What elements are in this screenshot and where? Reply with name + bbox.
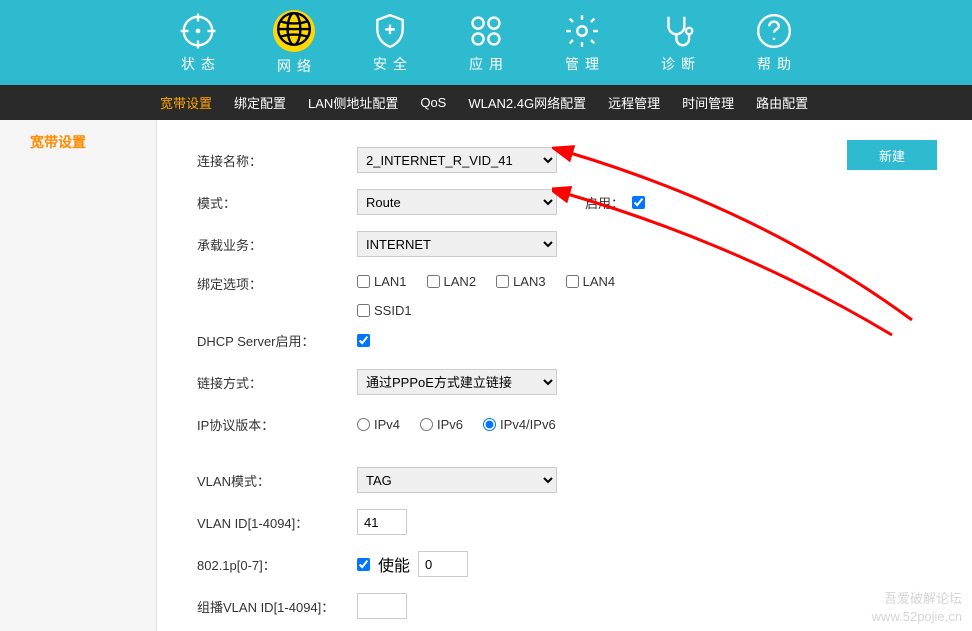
subnav-bind[interactable]: 绑定配置 [234,93,286,112]
nav-label: 安全 [342,54,438,74]
content: 新建 连接名称： 2_INTERNET_R_VID_41 模式： Route 启… [157,120,972,631]
nav-label: 应用 [438,54,534,74]
sidebar: 宽带设置 [0,120,157,631]
label-enable: 启用： [585,193,624,212]
label-conn-name: 连接名称： [197,151,357,170]
sub-nav: 宽带设置 绑定配置 LAN侧地址配置 QoS WLAN2.4G网络配置 远程管理… [0,85,972,120]
nav-help[interactable]: 帮助 [726,12,822,74]
checkbox-8021p-enable[interactable] [357,558,370,571]
crosshair-icon [179,12,217,50]
subnav-qos[interactable]: QoS [420,95,446,110]
apps-icon [467,12,505,50]
nav-diag[interactable]: 诊断 [630,12,726,74]
nav-status[interactable]: 状态 [150,12,246,74]
watermark: 吾爱破解论坛 www.52pojie.cn [872,590,962,626]
stethoscope-icon [659,12,697,50]
subnav-lan[interactable]: LAN侧地址配置 [308,93,398,112]
radio-ipv6[interactable] [420,418,433,431]
label-8021p-enable: 使能 [378,552,410,576]
radio-ipv4ipv6[interactable] [483,418,496,431]
checkbox-lan1[interactable] [357,275,370,288]
checkbox-dhcp[interactable] [357,334,370,347]
globe-icon-highlight [273,10,315,52]
select-conn-name[interactable]: 2_INTERNET_R_VID_41 [357,147,557,173]
label-8021p: 802.1p[0-7]： [197,555,357,574]
label-link: 链接方式： [197,373,357,392]
nav-network[interactable]: 网络 [246,10,342,76]
nav-label: 网络 [246,56,342,76]
label-mode: 模式： [197,193,357,212]
nav-label: 帮助 [726,54,822,74]
nav-security[interactable]: 安全 [342,12,438,74]
checkbox-lan4[interactable] [566,275,579,288]
nav-label: 诊断 [630,54,726,74]
label-vlanmode: VLAN模式： [197,471,357,490]
checkbox-enable[interactable] [632,196,645,209]
nav-label: 管理 [534,54,630,74]
nav-manage[interactable]: 管理 [534,12,630,74]
new-button[interactable]: 新建 [847,140,937,170]
input-8021p[interactable] [418,551,468,577]
input-vlanid[interactable] [357,509,407,535]
nav-app[interactable]: 应用 [438,12,534,74]
label-bind: 绑定选项： [197,274,357,293]
subnav-time[interactable]: 时间管理 [682,93,734,112]
select-link[interactable]: 通过PPPoE方式建立链接 [357,369,557,395]
main-area: 宽带设置 新建 连接名称： 2_INTERNET_R_VID_41 模式： Ro… [0,120,972,631]
help-icon [755,12,793,50]
checkbox-lan3[interactable] [496,275,509,288]
checkbox-lan2[interactable] [427,275,440,288]
nav-label: 状态 [150,54,246,74]
shield-icon [371,12,409,50]
sidebar-broadband[interactable]: 宽带设置 [0,120,156,164]
label-multivlan: 组播VLAN ID[1-4094]： [197,597,357,616]
select-mode[interactable]: Route [357,189,557,215]
label-vlanid: VLAN ID[1-4094]： [197,513,357,532]
input-multivlan[interactable] [357,593,407,619]
subnav-remote[interactable]: 远程管理 [608,93,660,112]
subnav-wlan[interactable]: WLAN2.4G网络配置 [468,93,586,112]
globe-icon [275,10,313,48]
subnav-route[interactable]: 路由配置 [756,93,808,112]
select-vlanmode[interactable]: TAG [357,467,557,493]
top-nav: 状态 网络 安全 应用 管理 诊断 帮助 [0,0,972,85]
label-ipproto: IP协议版本： [197,415,357,434]
subnav-broadband[interactable]: 宽带设置 [160,93,212,112]
select-service[interactable]: INTERNET [357,231,557,257]
label-service: 承载业务： [197,235,357,254]
label-dhcp: DHCP Server启用： [197,331,357,350]
checkbox-ssid1[interactable] [357,304,370,317]
gear-icon [563,12,601,50]
radio-ipv4[interactable] [357,418,370,431]
